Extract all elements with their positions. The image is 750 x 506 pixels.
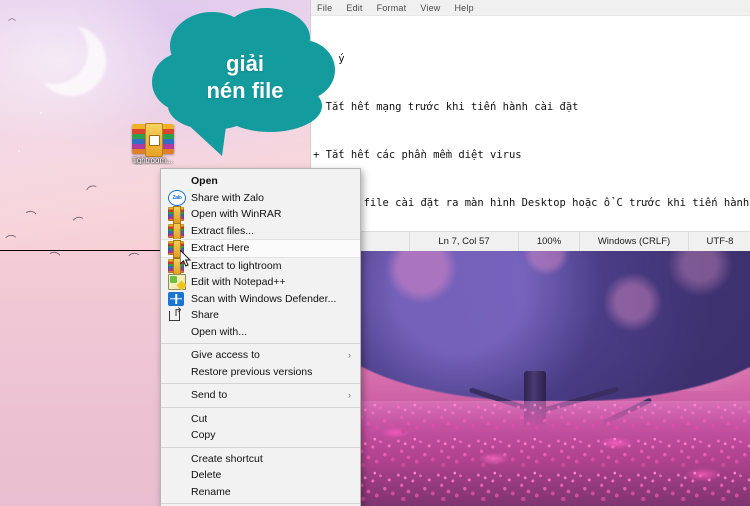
crescent-moon <box>22 18 88 84</box>
text-line: + Tắt hết các phần mềm diệt virus <box>313 149 522 161</box>
text-line: Lưu ý <box>313 53 345 65</box>
menu-item-label: Open with... <box>191 325 248 338</box>
menu-item-share-with-zalo[interactable]: Zalo Share with Zalo <box>161 189 360 207</box>
menu-item-label: Rename <box>191 485 231 498</box>
status-zoom-level[interactable]: 100% <box>519 232 579 251</box>
bird-icon: ︵ <box>4 227 17 241</box>
menu-item-restore-previous-versions[interactable]: Restore previous versions <box>161 364 360 381</box>
bird-icon: ︵ <box>25 203 38 217</box>
menu-item-create-shortcut[interactable]: Create shortcut <box>161 451 360 468</box>
menu-separator <box>161 503 360 504</box>
text-line: + Tắt hết mạng trước khi tiến hành cài đ… <box>313 101 579 113</box>
menu-format[interactable]: Format <box>377 3 407 13</box>
notepad-text-area[interactable]: Lưu ý + Tắt hết mạng trước khi tiến hành… <box>311 16 750 231</box>
defender-icon <box>168 291 184 306</box>
tree-canopy <box>356 251 750 401</box>
menu-item-share[interactable]: Share <box>161 305 360 324</box>
menu-item-label: Restore previous versions <box>191 365 313 378</box>
menu-item-send-to[interactable]: Send to › <box>161 387 360 404</box>
menu-item-label: Send to <box>191 389 228 402</box>
menu-help[interactable]: Help <box>454 3 473 13</box>
menu-edit[interactable]: Edit <box>346 3 362 13</box>
menu-view[interactable]: View <box>420 3 440 13</box>
chevron-right-icon: › <box>348 390 351 401</box>
menu-item-rename[interactable]: Rename <box>161 484 360 501</box>
notepad-window: File Edit Format View Help Lưu ý + Tắt h… <box>310 0 750 251</box>
notepadpp-icon <box>168 274 186 291</box>
cloud-shape <box>152 8 335 156</box>
screen: ︿ ︵ ︵ ︵ ︵ ︵ ︵ File Edit Format View Help… <box>0 0 750 506</box>
menu-separator <box>161 383 360 384</box>
bird-icon: ︿ <box>8 13 16 22</box>
notepad-status-bar: Ln 7, Col 57 100% Windows (CRLF) UTF-8 <box>311 231 750 251</box>
menu-item-label: Open <box>191 175 218 188</box>
menu-item-label: Share <box>191 309 220 322</box>
mouse-cursor-icon <box>180 250 192 267</box>
status-encoding: UTF-8 <box>706 236 734 247</box>
menu-item-scan-with-windows-defender[interactable]: Scan with Windows Defender... <box>161 291 360 308</box>
menu-item-open[interactable]: Open <box>161 173 360 190</box>
menu-separator <box>161 343 360 344</box>
menu-item-label: Copy <box>191 429 216 442</box>
menu-item-label: Scan with Windows Defender... <box>191 292 337 305</box>
context-menu[interactable]: Open Zalo Share with Zalo Open with WinRAR E… <box>160 168 361 506</box>
callout-bubble: giải nén file <box>150 8 340 163</box>
menu-item-give-access-to[interactable]: Give access to › <box>161 347 360 364</box>
menu-item-cut[interactable]: Cut <box>161 411 360 428</box>
status-line-ending: Windows (CRLF) <box>597 236 671 247</box>
wallpaper-tree-photo <box>356 251 750 506</box>
menu-item-label: Open with WinRAR <box>191 208 282 221</box>
menu-item-label: Extract to lightroom <box>191 259 282 272</box>
bird-icon: ︵ <box>127 245 140 259</box>
menu-separator <box>161 406 360 408</box>
flower-field <box>356 401 750 506</box>
menu-item-label: Create shortcut <box>191 452 263 465</box>
status-cursor-position: Ln 7, Col 57 <box>438 236 490 247</box>
menu-item-label: Give access to <box>191 349 260 362</box>
menu-item-delete[interactable]: Delete <box>161 467 360 484</box>
menu-item-label: Extract files... <box>191 224 255 237</box>
menu-item-label: Edit with Notepad++ <box>191 276 286 289</box>
menu-item-open-with-winrar[interactable]: Open with WinRAR <box>161 206 360 225</box>
menu-item-label: Share with Zalo <box>191 191 264 204</box>
menu-item-edit-with-notepad[interactable]: Edit with Notepad++ <box>161 274 360 291</box>
winrar-icon <box>168 222 184 241</box>
bird-icon: ︵ <box>70 208 85 224</box>
winrar-icon <box>168 206 184 225</box>
share-icon <box>168 305 184 322</box>
chevron-right-icon: › <box>348 350 351 361</box>
menu-item-label: Extract Here <box>191 242 250 255</box>
menu-item-extract-files[interactable]: Extract files... <box>161 222 360 241</box>
menu-item-label: Delete <box>191 469 222 482</box>
notepad-menubar[interactable]: File Edit Format View Help <box>311 0 750 16</box>
menu-item-open-with[interactable]: Open with... <box>161 324 360 341</box>
menu-separator <box>161 446 360 448</box>
bird-icon: ︵ <box>49 244 63 258</box>
menu-item-label: Cut <box>191 412 208 425</box>
menu-item-copy[interactable]: Copy <box>161 427 360 444</box>
text-line: Coppy file cài đặt ra màn hình Desktop h… <box>313 197 750 209</box>
zalo-icon: Zalo <box>168 189 186 206</box>
